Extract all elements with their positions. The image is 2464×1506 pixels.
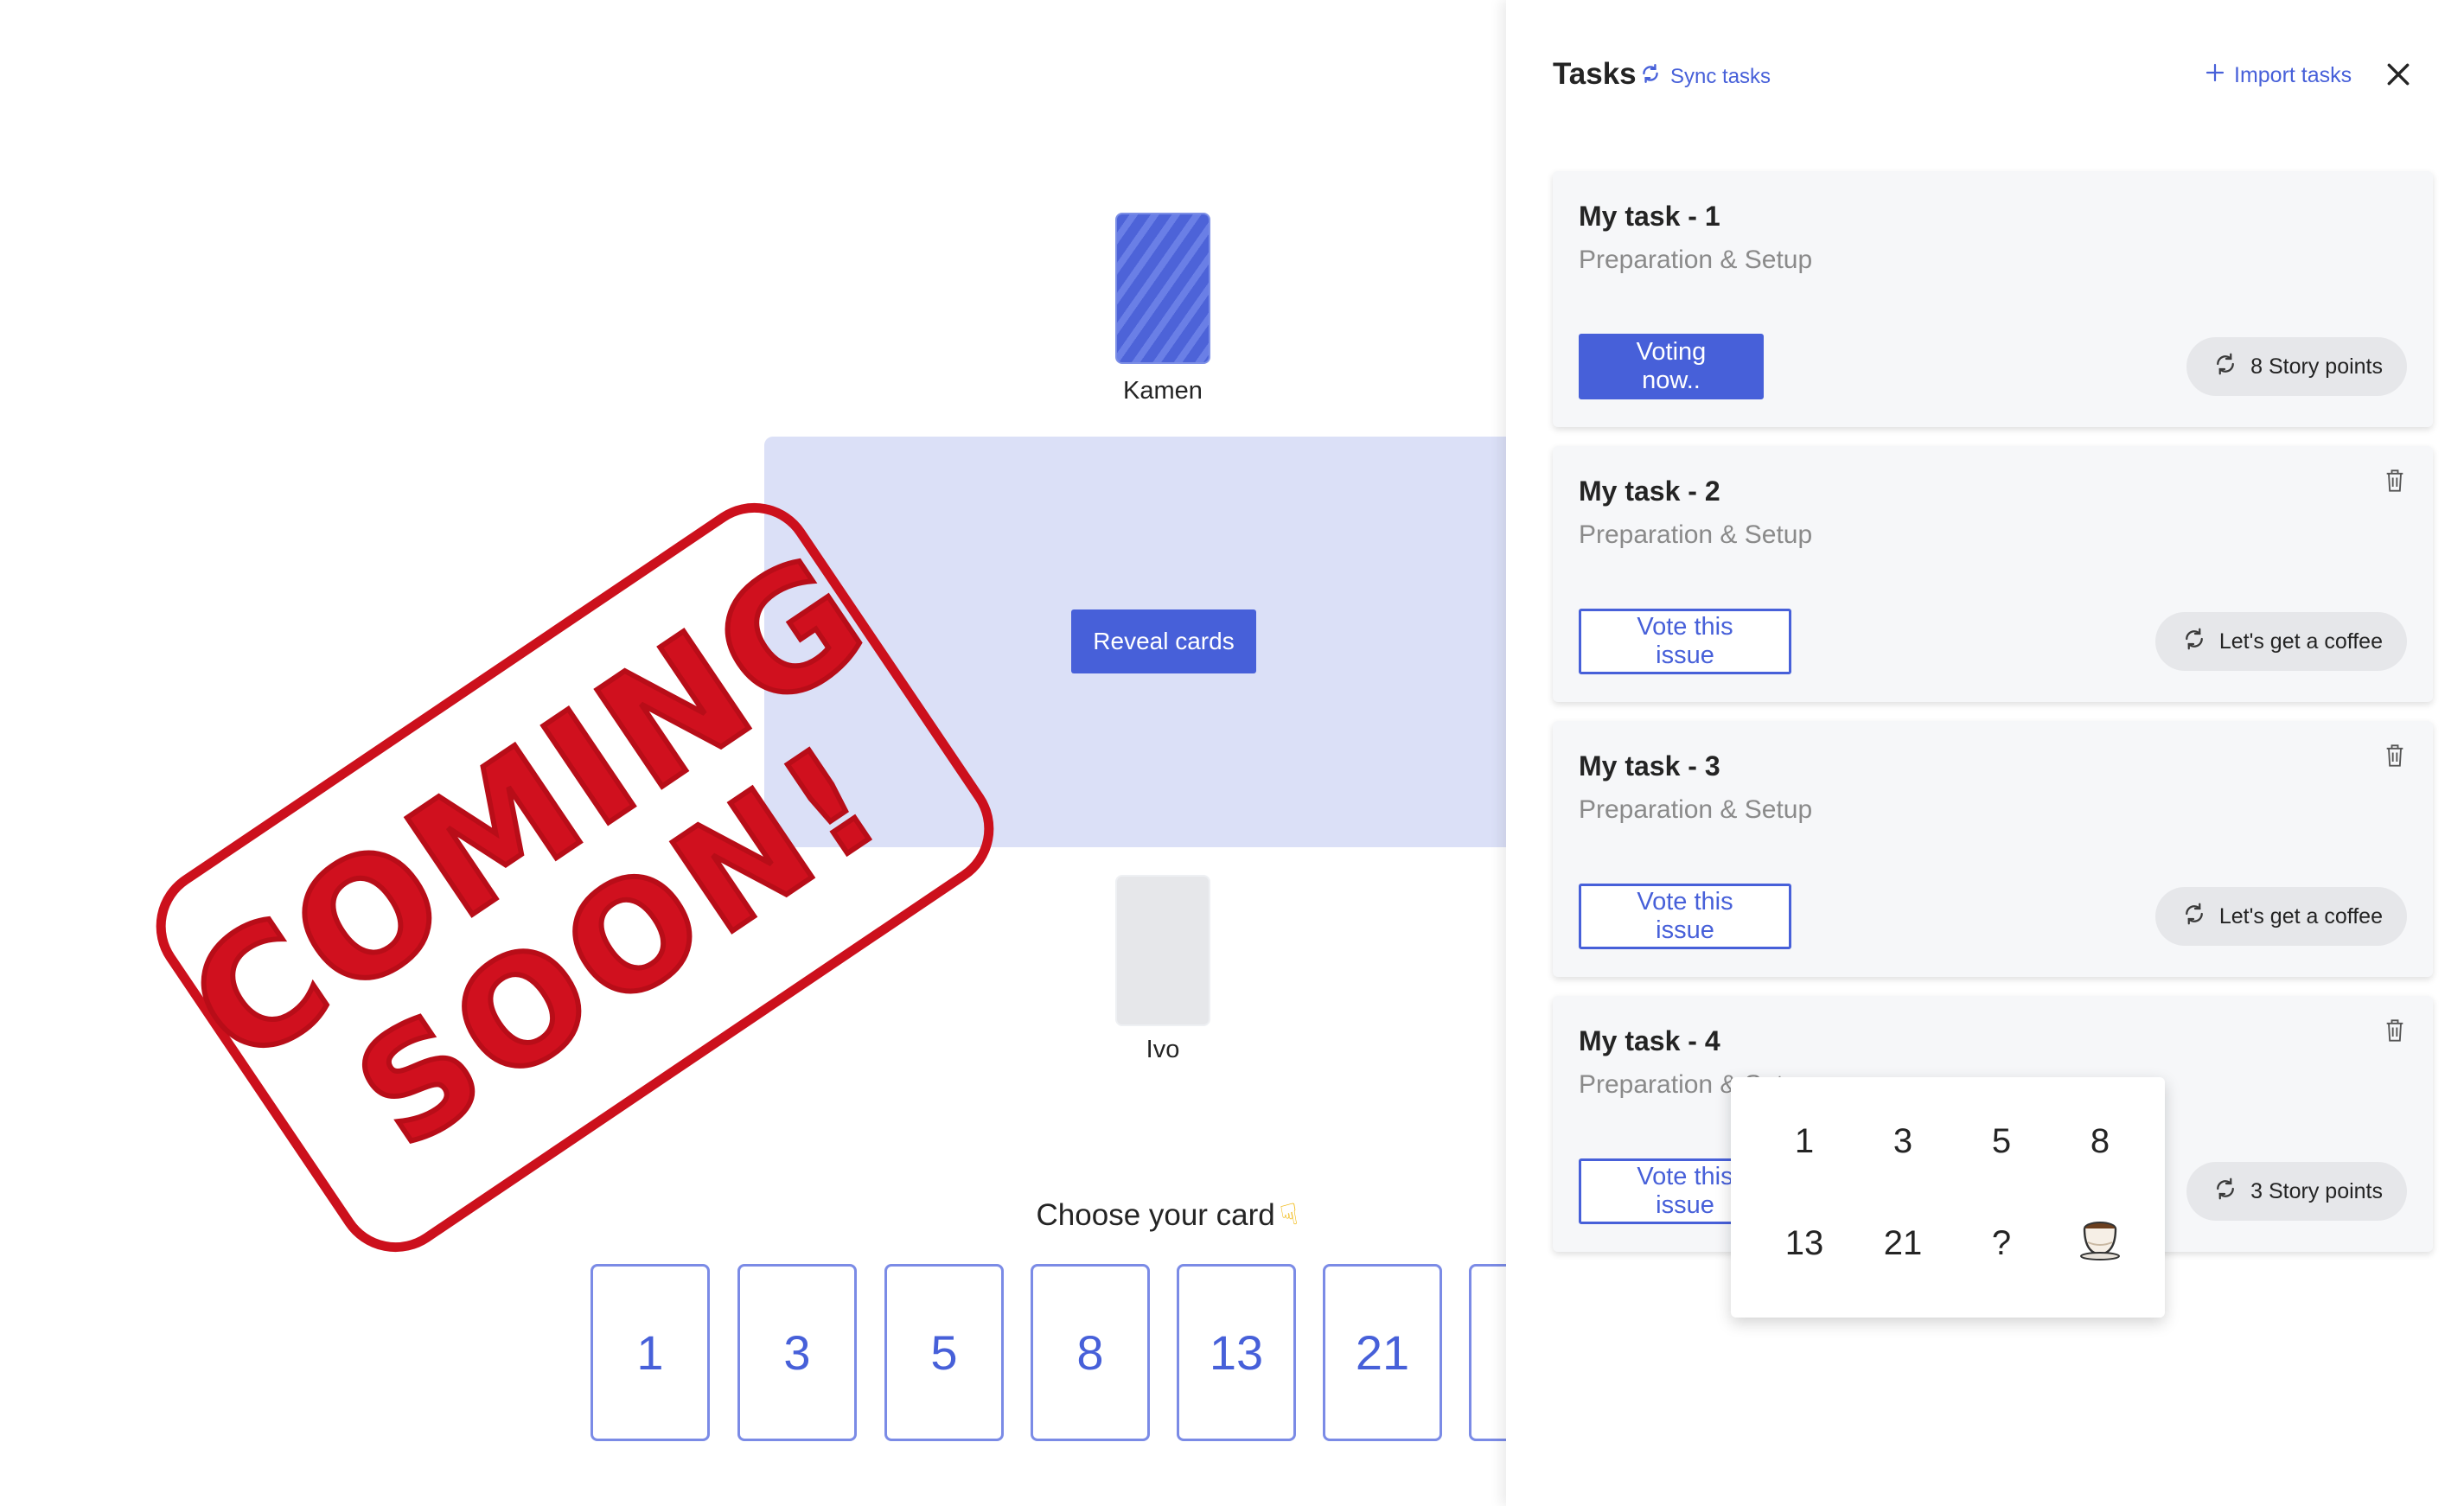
sync-tasks-label: Sync tasks: [1670, 64, 1771, 88]
import-tasks-link[interactable]: Import tasks: [2205, 62, 2352, 89]
story-points-pill[interactable]: 8 Story points: [2186, 337, 2407, 396]
delete-task-button[interactable]: [2383, 469, 2407, 496]
story-points-label: 3 Story points: [2250, 1178, 2383, 1203]
plus-icon: [2205, 62, 2225, 89]
delete-task-button[interactable]: [2383, 743, 2407, 771]
estimate-option-21[interactable]: 21: [1864, 1209, 1942, 1278]
vote-this-issue-button[interactable]: Vote this issue: [1579, 884, 1791, 949]
delete-task-button[interactable]: [2383, 1018, 2407, 1046]
task-title: My task - 3: [1579, 750, 1720, 782]
sync-tasks-link[interactable]: Sync tasks: [1639, 62, 1771, 91]
task-card[interactable]: My task - 1 Preparation & Setup Voting n…: [1553, 171, 2433, 427]
estimate-option-5[interactable]: 5: [1963, 1107, 2040, 1176]
estimate-dropdown: 1 3 5 8 13 21 ?: [1731, 1077, 2165, 1318]
choose-card-label: Choose your card: [1036, 1198, 1275, 1232]
vote-card-8[interactable]: 8: [1031, 1264, 1150, 1441]
reveal-cards-button[interactable]: Reveal cards: [1071, 609, 1256, 673]
panel-title: Tasks: [1553, 57, 1637, 91]
vote-card-5[interactable]: 5: [884, 1264, 1004, 1441]
story-points-label: 8 Story points: [2250, 354, 2383, 379]
trash-icon: [2384, 469, 2405, 497]
task-title: My task - 4: [1579, 1025, 1720, 1056]
voting-now-button[interactable]: Voting now..: [1579, 334, 1764, 399]
task-title: My task - 2: [1579, 475, 1720, 507]
estimate-option-1[interactable]: 1: [1765, 1107, 1843, 1176]
trash-icon: [2384, 1018, 2405, 1047]
estimate-option-coffee[interactable]: [2061, 1209, 2139, 1278]
hand-pointing-down-icon: ☟: [1277, 1197, 1301, 1234]
story-points-pill[interactable]: Let's get a coffee: [2154, 887, 2407, 946]
choose-card-heading: Choose your card☟: [986, 1197, 1349, 1234]
estimate-option-3[interactable]: 3: [1864, 1107, 1942, 1176]
estimate-option-13[interactable]: 13: [1765, 1209, 1843, 1278]
refresh-icon: [2212, 351, 2238, 383]
task-subtitle: Preparation & Setup: [1579, 246, 1813, 274]
player-name: Ivo: [1146, 1036, 1180, 1063]
task-subtitle: Preparation & Setup: [1579, 520, 1813, 549]
player-card-kamen: [1115, 213, 1210, 364]
task-subtitle: Preparation & Setup: [1579, 795, 1813, 824]
tasks-panel-header: Tasks Sync tasks Import tasks: [1506, 0, 2464, 156]
import-tasks-label: Import tasks: [2234, 63, 2352, 87]
estimate-option-unknown[interactable]: ?: [1963, 1209, 2040, 1278]
vote-card-13[interactable]: 13: [1177, 1264, 1296, 1441]
story-points-pill[interactable]: Let's get a coffee: [2154, 612, 2407, 671]
task-title: My task - 1: [1579, 201, 1720, 232]
task-card[interactable]: My task - 2 Preparation & Setup Vote thi…: [1553, 446, 2433, 702]
close-icon: [2384, 61, 2412, 93]
task-card[interactable]: My task - 3 Preparation & Setup Vote thi…: [1553, 721, 2433, 977]
sync-icon: [1639, 62, 1662, 91]
refresh-icon: [2181, 626, 2207, 658]
planning-poker-screen: Kamen Reveal cards Ivo Choose your card☟…: [0, 0, 2464, 1506]
refresh-icon: [2212, 1176, 2238, 1208]
trash-icon: [2384, 743, 2405, 772]
player-name: Kamen: [1123, 377, 1203, 405]
vote-this-issue-button[interactable]: Vote this issue: [1579, 609, 1791, 674]
player-card-ivo: [1115, 875, 1210, 1026]
coffee-cup-icon: [2076, 1216, 2124, 1270]
refresh-icon: [2181, 901, 2207, 933]
story-points-label: Let's get a coffee: [2218, 903, 2383, 928]
story-points-label: Let's get a coffee: [2218, 629, 2383, 654]
vote-card-3[interactable]: 3: [737, 1264, 857, 1441]
vote-card-1[interactable]: 1: [590, 1264, 710, 1441]
vote-card-21[interactable]: 21: [1323, 1264, 1442, 1441]
estimate-option-8[interactable]: 8: [2061, 1107, 2139, 1176]
close-panel-button[interactable]: [2381, 59, 2416, 93]
story-points-pill[interactable]: 3 Story points: [2186, 1162, 2407, 1221]
